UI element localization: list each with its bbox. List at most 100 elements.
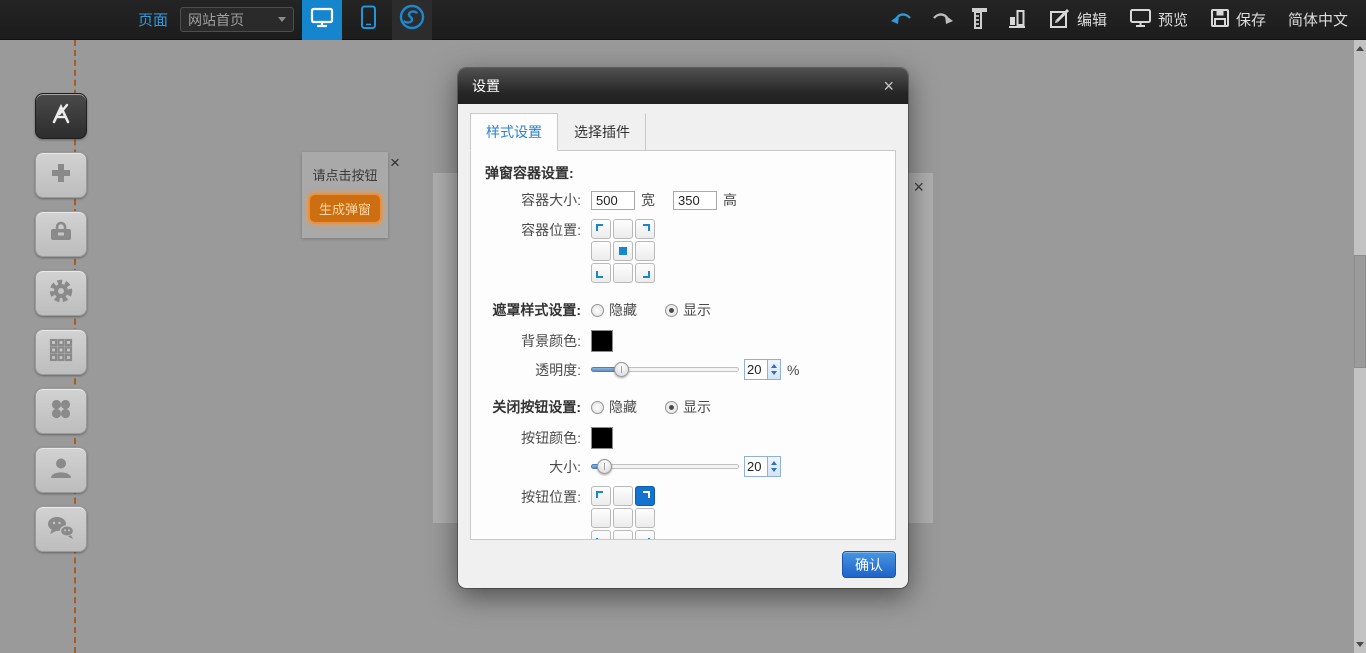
confirm-button[interactable]: 确认	[842, 551, 896, 578]
position-cell[interactable]	[613, 486, 633, 506]
position-cell[interactable]	[591, 219, 611, 239]
position-cell[interactable]	[591, 486, 611, 506]
mask-color-row: 背景颜色:	[485, 330, 881, 352]
position-cell[interactable]	[613, 219, 633, 239]
position-cell[interactable]	[591, 241, 611, 261]
canvas-scrollbar[interactable]	[1354, 40, 1366, 653]
design-tools-icon	[47, 100, 75, 133]
sidebar-item-modules[interactable]	[35, 329, 87, 375]
plugin-button[interactable]	[392, 0, 432, 40]
radio-icon[interactable]	[591, 304, 604, 317]
popup-trigger-widget[interactable]: 请点击按钮 生成弹窗	[302, 152, 388, 238]
container-width-input[interactable]	[591, 191, 635, 210]
radio-icon[interactable]	[591, 401, 604, 414]
container-position-grid	[591, 219, 655, 283]
columns-button[interactable]	[1007, 8, 1027, 32]
page-select[interactable]: 网站首页	[180, 7, 294, 32]
corner-bracket-icon	[643, 538, 650, 540]
corner-bracket-icon	[596, 491, 603, 498]
modal-footer: 确认	[842, 551, 896, 578]
position-cell[interactable]	[591, 508, 611, 528]
sidebar-item-toolbox[interactable]	[35, 211, 87, 257]
spinner-arrows-icon[interactable]	[767, 457, 780, 476]
modal-tabs: 样式设置 选择插件	[470, 113, 896, 151]
scrollbar-thumb[interactable]	[1354, 255, 1366, 368]
size-spinner	[744, 456, 781, 477]
color-swatch[interactable]	[591, 330, 613, 352]
container-height-input[interactable]	[673, 191, 717, 210]
position-cell[interactable]	[613, 508, 633, 528]
mask-hide-option[interactable]: 隐藏	[591, 300, 637, 320]
position-cell[interactable]	[635, 486, 655, 506]
closebtn-position-label: 按钮位置:	[485, 487, 581, 507]
tab-style-settings[interactable]: 样式设置	[470, 113, 558, 151]
closebtn-show-label: 显示	[683, 397, 711, 417]
position-cell[interactable]	[635, 508, 655, 528]
modal-body: 样式设置 选择插件 弹窗容器设置: 容器大小: 宽 高 容器位置:	[458, 104, 908, 540]
desktop-view-button[interactable]	[302, 0, 342, 40]
language-switcher[interactable]: 简体中文	[1288, 9, 1348, 30]
toolbar-left-group: 页面 网站首页	[138, 0, 432, 40]
close-button-row: 关闭按钮设置: 隐藏 显示	[485, 397, 881, 417]
closebtn-show-option[interactable]: 显示	[665, 397, 711, 417]
radio-icon[interactable]	[665, 401, 678, 414]
mobile-phone-icon	[360, 5, 377, 35]
size-slider[interactable]	[591, 459, 739, 474]
slider-handle[interactable]	[614, 362, 629, 377]
opacity-input[interactable]	[745, 360, 767, 379]
scroll-up-icon[interactable]	[1356, 46, 1364, 51]
container-size-row: 容器大小: 宽 高	[485, 190, 881, 210]
sidebar-item-settings[interactable]	[35, 270, 87, 316]
sidebar-item-shapes[interactable]	[35, 388, 87, 434]
preview-button[interactable]: 预览	[1129, 8, 1188, 32]
position-cell[interactable]	[591, 263, 611, 283]
scroll-down-icon[interactable]	[1356, 642, 1364, 647]
opacity-label: 透明度:	[485, 360, 581, 380]
save-button[interactable]: 保存	[1210, 8, 1266, 32]
closebtn-color-row: 按钮颜色:	[485, 427, 881, 449]
closebtn-hide-option[interactable]: 隐藏	[591, 397, 637, 417]
ruler-button[interactable]	[971, 6, 989, 33]
position-cell[interactable]	[635, 263, 655, 283]
sidebar-item-wechat[interactable]	[35, 506, 87, 552]
position-cell[interactable]	[613, 241, 633, 261]
position-cell[interactable]	[635, 530, 655, 540]
modal-close-icon[interactable]: ×	[883, 77, 894, 95]
position-cell[interactable]	[613, 530, 633, 540]
edit-pencil-icon	[1049, 7, 1071, 33]
edit-button[interactable]: 编辑	[1049, 7, 1107, 33]
color-swatch[interactable]	[591, 427, 613, 449]
opacity-spinner	[744, 359, 781, 380]
slider-handle[interactable]	[597, 459, 612, 474]
widget-close-icon[interactable]: ×	[388, 152, 402, 173]
sidebar-item-user[interactable]	[35, 447, 87, 493]
radio-icon[interactable]	[665, 304, 678, 317]
shapes-icon	[47, 395, 75, 428]
corner-bracket-icon	[643, 491, 650, 498]
mobile-view-button[interactable]	[350, 0, 386, 40]
mask-show-option[interactable]: 显示	[665, 300, 711, 320]
corner-bracket-icon	[596, 224, 603, 231]
size-input[interactable]	[745, 457, 767, 476]
generate-popup-button[interactable]: 生成弹窗	[308, 193, 382, 224]
preview-close-icon[interactable]: ×	[913, 178, 924, 196]
width-unit-label: 宽	[641, 190, 655, 210]
undo-button[interactable]	[891, 10, 913, 29]
position-cell[interactable]	[591, 530, 611, 540]
wechat-icon	[46, 513, 76, 546]
tab-choose-plugin[interactable]: 选择插件	[558, 113, 646, 151]
sidebar-item-add[interactable]	[35, 152, 87, 198]
mask-hide-label: 隐藏	[609, 300, 637, 320]
sidebar-item-design[interactable]	[35, 93, 87, 139]
closebtn-hide-label: 隐藏	[609, 397, 637, 417]
redo-button[interactable]	[931, 10, 953, 29]
redo-arrow-icon	[931, 10, 953, 29]
position-cell[interactable]	[613, 263, 633, 283]
opacity-slider[interactable]	[591, 362, 739, 377]
close-section-heading: 关闭按钮设置:	[485, 397, 581, 417]
spinner-arrows-icon[interactable]	[767, 360, 780, 379]
position-cell[interactable]	[635, 241, 655, 261]
opacity-unit-label: %	[787, 362, 799, 378]
widget-sidebar	[35, 93, 87, 552]
position-cell[interactable]	[635, 219, 655, 239]
